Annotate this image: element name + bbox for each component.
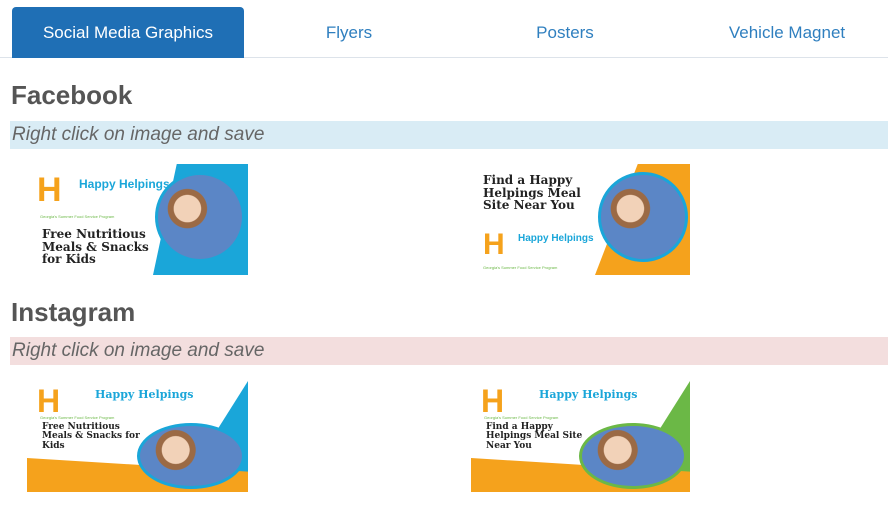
instagram-graphic-free-meals[interactable]: H Happy Helpings Georgia's Summer Food S… (27, 381, 248, 492)
kids-photo (137, 423, 245, 489)
tagline: Georgia's Summer Food Service Program (40, 214, 115, 219)
headline: Free Nutritious Meals & Snacks for Kids (42, 227, 149, 267)
child-photo (598, 172, 688, 262)
headline: Find a Happy Helpings Meal Site Near You (483, 173, 581, 213)
tagline: Georgia's Summer Food Service Program (40, 415, 115, 420)
facebook-heading: Facebook (11, 80, 133, 110)
brand-name: Happy Helpings (79, 177, 170, 191)
tab-bar: Social Media Graphics Flyers Posters Veh… (0, 0, 888, 58)
happy-helpings-logo-icon: H (483, 228, 505, 261)
tab-flyers[interactable]: Flyers (233, 7, 465, 58)
happy-helpings-logo-icon: H (37, 383, 61, 419)
happy-helpings-logo-icon: H (481, 383, 505, 419)
tab-social-media-graphics[interactable]: Social Media Graphics (12, 7, 244, 58)
facebook-graphic-free-meals[interactable]: H Happy Helpings Georgia's Summer Food S… (27, 164, 248, 275)
brand-name: Happy Helpings (95, 388, 194, 401)
tab-posters[interactable]: Posters (449, 7, 681, 58)
tagline: Georgia's Summer Food Service Program (483, 265, 558, 270)
happy-helpings-logo-icon: H (37, 171, 62, 209)
instagram-heading: Instagram (11, 297, 136, 327)
headline: Free Nutritious Meals & Snacks for Kids (42, 422, 140, 451)
tab-vehicle-magnet[interactable]: Vehicle Magnet (671, 7, 888, 58)
headline: Find a Happy Helpings Meal Site Near You (486, 422, 583, 451)
tagline: Georgia's Summer Food Service Program (484, 415, 559, 420)
brand-name: Happy Helpings (518, 233, 594, 244)
instagram-instruction: Right click on image and save (10, 337, 888, 365)
brand-name: Happy Helpings (539, 388, 638, 401)
instagram-graphic-find-site[interactable]: H Happy Helpings Georgia's Summer Food S… (471, 381, 690, 492)
facebook-instruction: Right click on image and save (10, 121, 888, 149)
facebook-graphic-find-site[interactable]: Find a Happy Helpings Meal Site Near You… (471, 164, 690, 275)
kids-photo (579, 423, 687, 489)
